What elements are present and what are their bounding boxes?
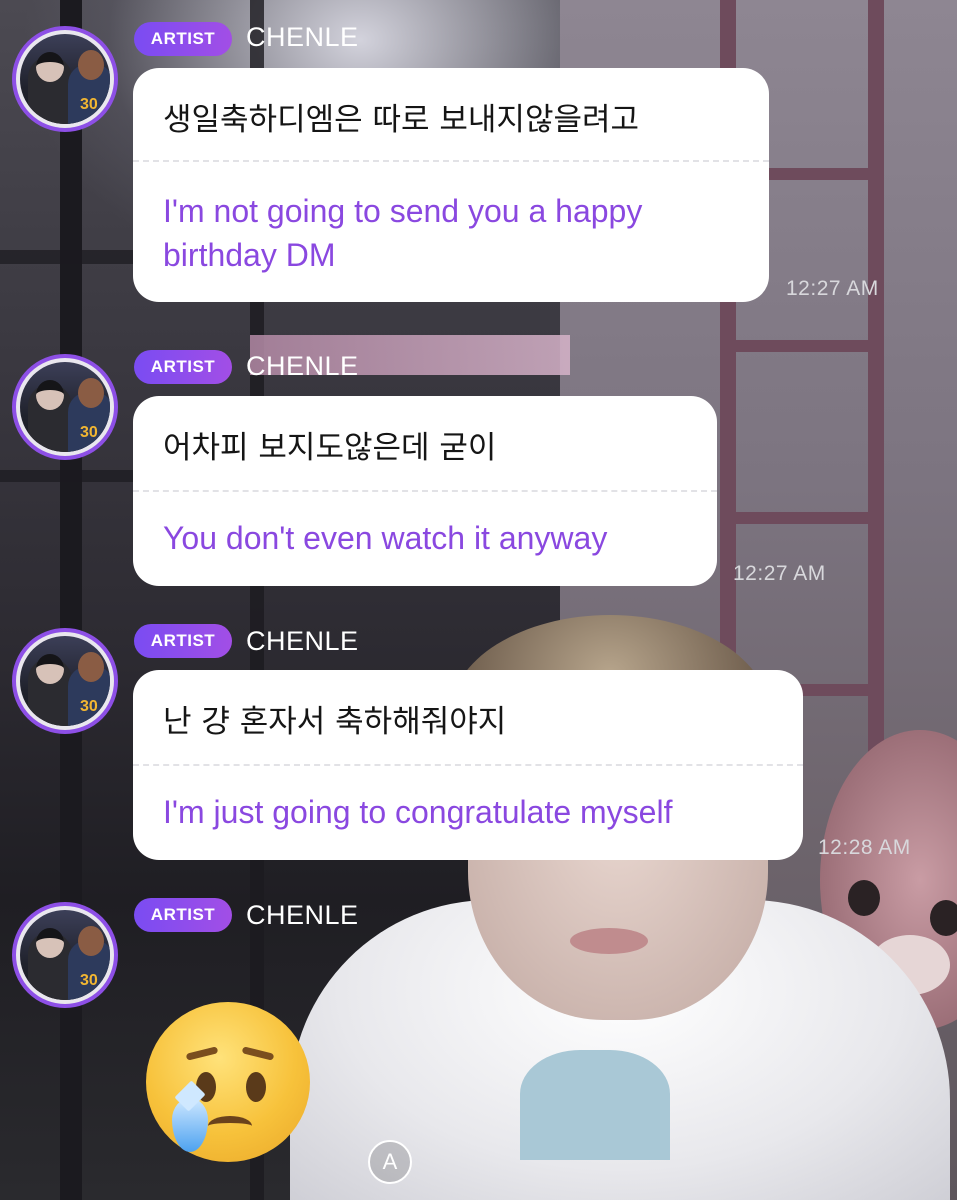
english-translation-text: You don't even watch it anyway xyxy=(163,520,608,556)
sender-name: CHENLE xyxy=(246,22,359,52)
artist-badge: ARTIST xyxy=(134,624,232,658)
avatar-jersey-number: 30 xyxy=(80,96,98,113)
korean-message-text: 생일축하디엠은 따로 보내지않을려고 xyxy=(163,102,640,138)
avatar-jersey-number: 30 xyxy=(80,698,98,715)
auto-translate-icon[interactable]: A xyxy=(368,1140,412,1184)
message-bubble[interactable]: 생일축하디엠은 따로 보내지않을려고 I'm not going to send… xyxy=(133,68,769,302)
translation-divider xyxy=(133,490,717,492)
artist-avatar[interactable]: 30 xyxy=(12,354,118,460)
artist-badge: ARTIST xyxy=(134,350,232,384)
artist-avatar[interactable]: 30 xyxy=(12,902,118,1008)
message-bubble[interactable]: 어차피 보지도않은데 굳이 You don't even watch it an… xyxy=(133,396,717,586)
artist-badge: ARTIST xyxy=(134,898,232,932)
message-bubble[interactable]: 난 걍 혼자서 축하해줘야지 I'm just going to congrat… xyxy=(133,670,803,860)
artist-avatar[interactable]: 30 xyxy=(12,26,118,132)
message-timestamp: 12:27 AM xyxy=(786,277,879,300)
translation-divider xyxy=(133,764,803,766)
english-translation-text: I'm just going to congratulate myself xyxy=(163,794,673,830)
sender-name: CHENLE xyxy=(246,900,359,930)
korean-message-text: 어차피 보지도않은데 굳이 xyxy=(163,430,497,466)
english-translation-text: I'm not going to send you a happy birthd… xyxy=(163,193,643,273)
avatar-jersey-number: 30 xyxy=(80,972,98,989)
korean-message-text: 난 걍 혼자서 축하해줘야지 xyxy=(163,704,507,740)
message-timestamp: 12:27 AM xyxy=(733,562,826,585)
crying-face-emoji[interactable] xyxy=(146,1002,310,1162)
artist-badge: ARTIST xyxy=(134,22,232,56)
translation-divider xyxy=(133,160,769,162)
artist-avatar[interactable]: 30 xyxy=(12,628,118,734)
message-timestamp: 12:28 AM xyxy=(818,836,911,859)
sender-name: CHENLE xyxy=(246,626,359,656)
sender-name: CHENLE xyxy=(246,351,359,381)
avatar-jersey-number: 30 xyxy=(80,424,98,441)
